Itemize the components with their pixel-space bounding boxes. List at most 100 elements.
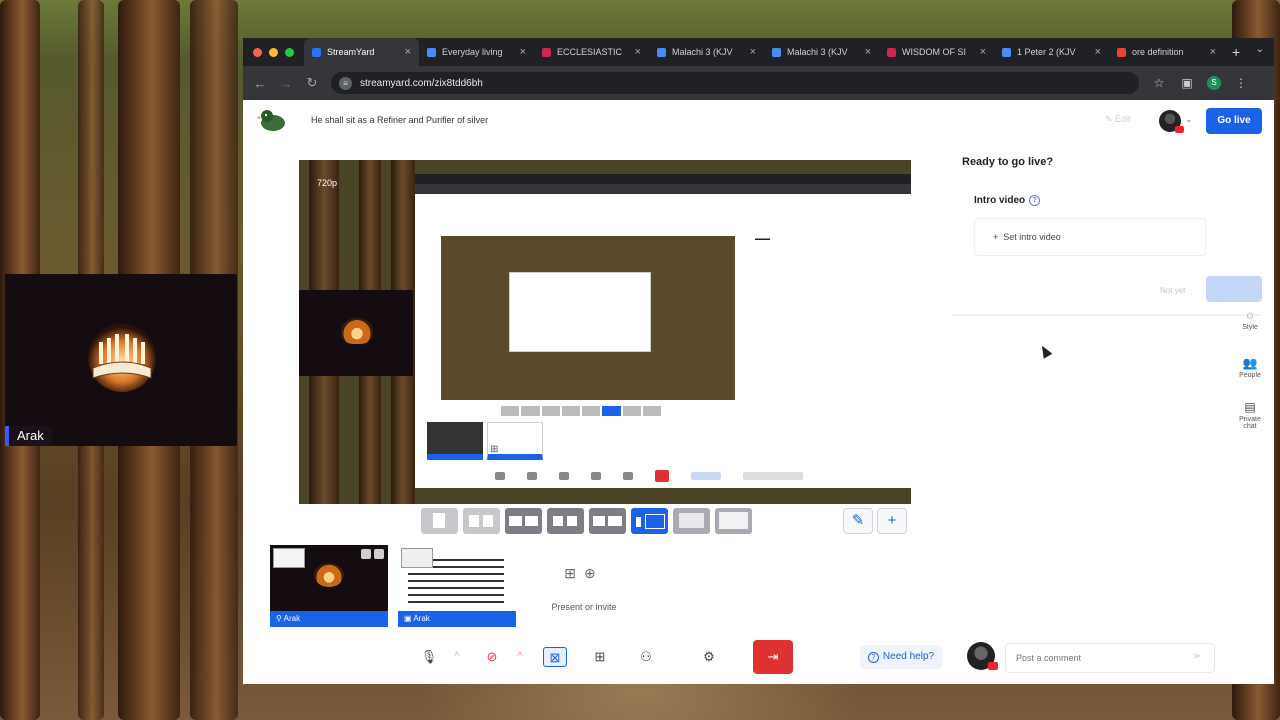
more-options-icon[interactable] [374,549,384,559]
browser-tab[interactable]: ECCLESIASTIC × [534,38,649,66]
layout-screen-with-person[interactable] [631,508,668,534]
share-screen-button[interactable]: ⊠ [543,647,567,667]
participant-screen-tile[interactable]: ▣ Arak [398,545,516,627]
send-comment-icon[interactable]: ➤ [1193,651,1201,662]
back-button[interactable]: ← [253,76,267,91]
tab-label: StreamYard [327,47,375,57]
tab-favicon-icon [772,47,781,57]
need-help-button[interactable]: ? Need help? [860,645,942,669]
close-tab-icon[interactable]: × [405,46,411,58]
webcam-overlay [5,274,237,446]
browser-tab[interactable]: StreamYard × [304,38,419,66]
edit-layout-button[interactable]: ✎ [843,508,873,534]
close-tab-icon[interactable]: × [1210,46,1216,58]
collapse-left-icon[interactable]: ⊞ [490,444,498,455]
webcam-name-label: Arak [5,426,52,446]
camera-off-button[interactable]: ⊘ [475,640,509,674]
recursive-panel-preview: ▬▬▬ [755,236,770,242]
tab-label: ECCLESIASTIC [557,47,623,57]
add-layout-button[interactable]: + [877,508,907,534]
mic-icon[interactable] [361,549,371,559]
streamyard-logo-icon[interactable] [257,108,287,132]
layout-leader[interactable] [547,508,584,534]
post-comment-input[interactable] [1005,643,1215,673]
close-window-button[interactable] [253,47,262,57]
rail-private-chat[interactable]: ▤ Private chat [1233,400,1267,430]
close-tab-icon[interactable]: × [1095,46,1101,58]
reload-button[interactable]: ↻ [305,75,319,91]
bookmark-star-icon[interactable]: ☆ [1151,76,1167,90]
participant-camera-tile[interactable]: ⚲ Arak [270,545,388,627]
browser-tab[interactable]: 1 Peter 2 (KJV × [994,38,1109,66]
close-tab-icon[interactable]: × [520,46,526,58]
panel-go-live-button[interactable] [1206,276,1262,302]
present-invite-icons: ⊞⊕ [564,565,604,581]
present-button[interactable]: ⊞ [583,640,617,674]
layout-group[interactable] [463,508,500,534]
browser-tab[interactable]: WISDOM OF SI × [879,38,994,66]
close-tab-icon[interactable]: × [750,46,756,58]
profile-icon[interactable]: S [1207,76,1221,90]
extensions-icon[interactable]: ▣ [1179,76,1195,90]
tab-label: Malachi 3 (KJV [672,47,733,57]
go-live-button[interactable]: Go live [1206,108,1262,134]
people-icon: 👥 [1242,356,1258,370]
browser-tab[interactable]: Malachi 3 (KJV × [764,38,879,66]
layout-screen-only[interactable] [673,508,710,534]
rail-people[interactable]: 👥 People [1233,356,1267,379]
present-or-invite-button[interactable]: ⊞⊕ Present or invite [525,545,643,627]
not-yet-button[interactable]: Not yet [1160,286,1185,295]
microphone-button[interactable]: 🎙 [412,640,446,674]
chat-icon: ▤ [1244,400,1256,414]
tab-label: ore definition [1132,47,1184,57]
tab-label: Everyday living [442,47,503,57]
mic-options-chevron-icon[interactable]: ^ [449,640,465,674]
tab-favicon-icon [1117,47,1126,57]
chevron-down-icon[interactable]: ⌄ [1185,114,1193,125]
add-to-stage-icon[interactable] [401,548,433,568]
candles-logo-icon [314,563,344,587]
address-bar[interactable]: ≡ streamyard.com/zix8tdd6bh [331,72,1139,94]
invite-guest-button[interactable]: ⚇ [629,640,663,674]
leave-studio-button[interactable]: ⇥ [753,640,793,674]
add-to-stage-icon[interactable] [273,548,305,568]
broadcast-title[interactable]: He shall sit as a Refiner and Purifier o… [311,115,488,125]
close-tab-icon[interactable]: × [635,46,641,58]
tab-search-icon[interactable]: ⌄ [1256,44,1264,55]
edit-broadcast-button[interactable]: ✎ Edit [1105,114,1131,125]
participant-name: ▣ Arak [398,611,516,627]
candles-logo-icon [88,324,156,392]
stage-camera-tile [299,290,413,376]
destination-avatar[interactable] [1159,110,1184,133]
minimize-window-button[interactable] [269,47,278,57]
site-info-icon[interactable]: ≡ [339,76,352,90]
address-bar-row: ← → ↻ ≡ streamyard.com/zix8tdd6bh ☆ ▣ S … [243,66,1274,100]
help-question-icon[interactable]: ? [1029,195,1041,206]
tab-label: 1 Peter 2 (KJV [1017,47,1076,57]
tab-favicon-icon [542,47,551,57]
rail-style[interactable]: ◌ Style [1233,308,1267,331]
camera-options-chevron-icon[interactable]: ^ [512,640,528,674]
app-header: He shall sit as a Refiner and Purifier o… [243,100,1274,140]
layout-sidebar[interactable] [589,508,626,534]
browser-tab[interactable]: ore definition × [1109,38,1224,66]
browser-menu-icon[interactable]: ⋮ [1233,76,1249,90]
browser-tab[interactable]: Everyday living × [419,38,534,66]
tab-bar: StreamYard × Everyday living × ECCLESIASTIC ×… [243,38,1274,66]
layout-fullscreen[interactable] [715,508,752,534]
broadcast-stage: 720p ▬▬▬ [299,160,911,504]
layout-group-wide[interactable] [505,508,542,534]
layout-solo[interactable] [421,508,458,534]
close-tab-icon[interactable]: × [865,46,871,58]
browser-tab[interactable]: Malachi 3 (KJV × [649,38,764,66]
url-text: streamyard.com/zix8tdd6bh [360,77,483,89]
settings-gear-icon[interactable]: ⚙ [692,640,726,674]
forward-button[interactable]: → [279,76,293,91]
recursive-stage-preview [441,236,735,400]
set-intro-video-button[interactable]: + Set intro video [974,218,1206,256]
new-tab-button[interactable]: + [1224,44,1248,60]
tab-label: Malachi 3 (KJV [787,47,848,57]
stage-shared-screen: ▬▬▬ [415,174,911,488]
maximize-window-button[interactable] [285,47,294,57]
close-tab-icon[interactable]: × [980,46,986,58]
